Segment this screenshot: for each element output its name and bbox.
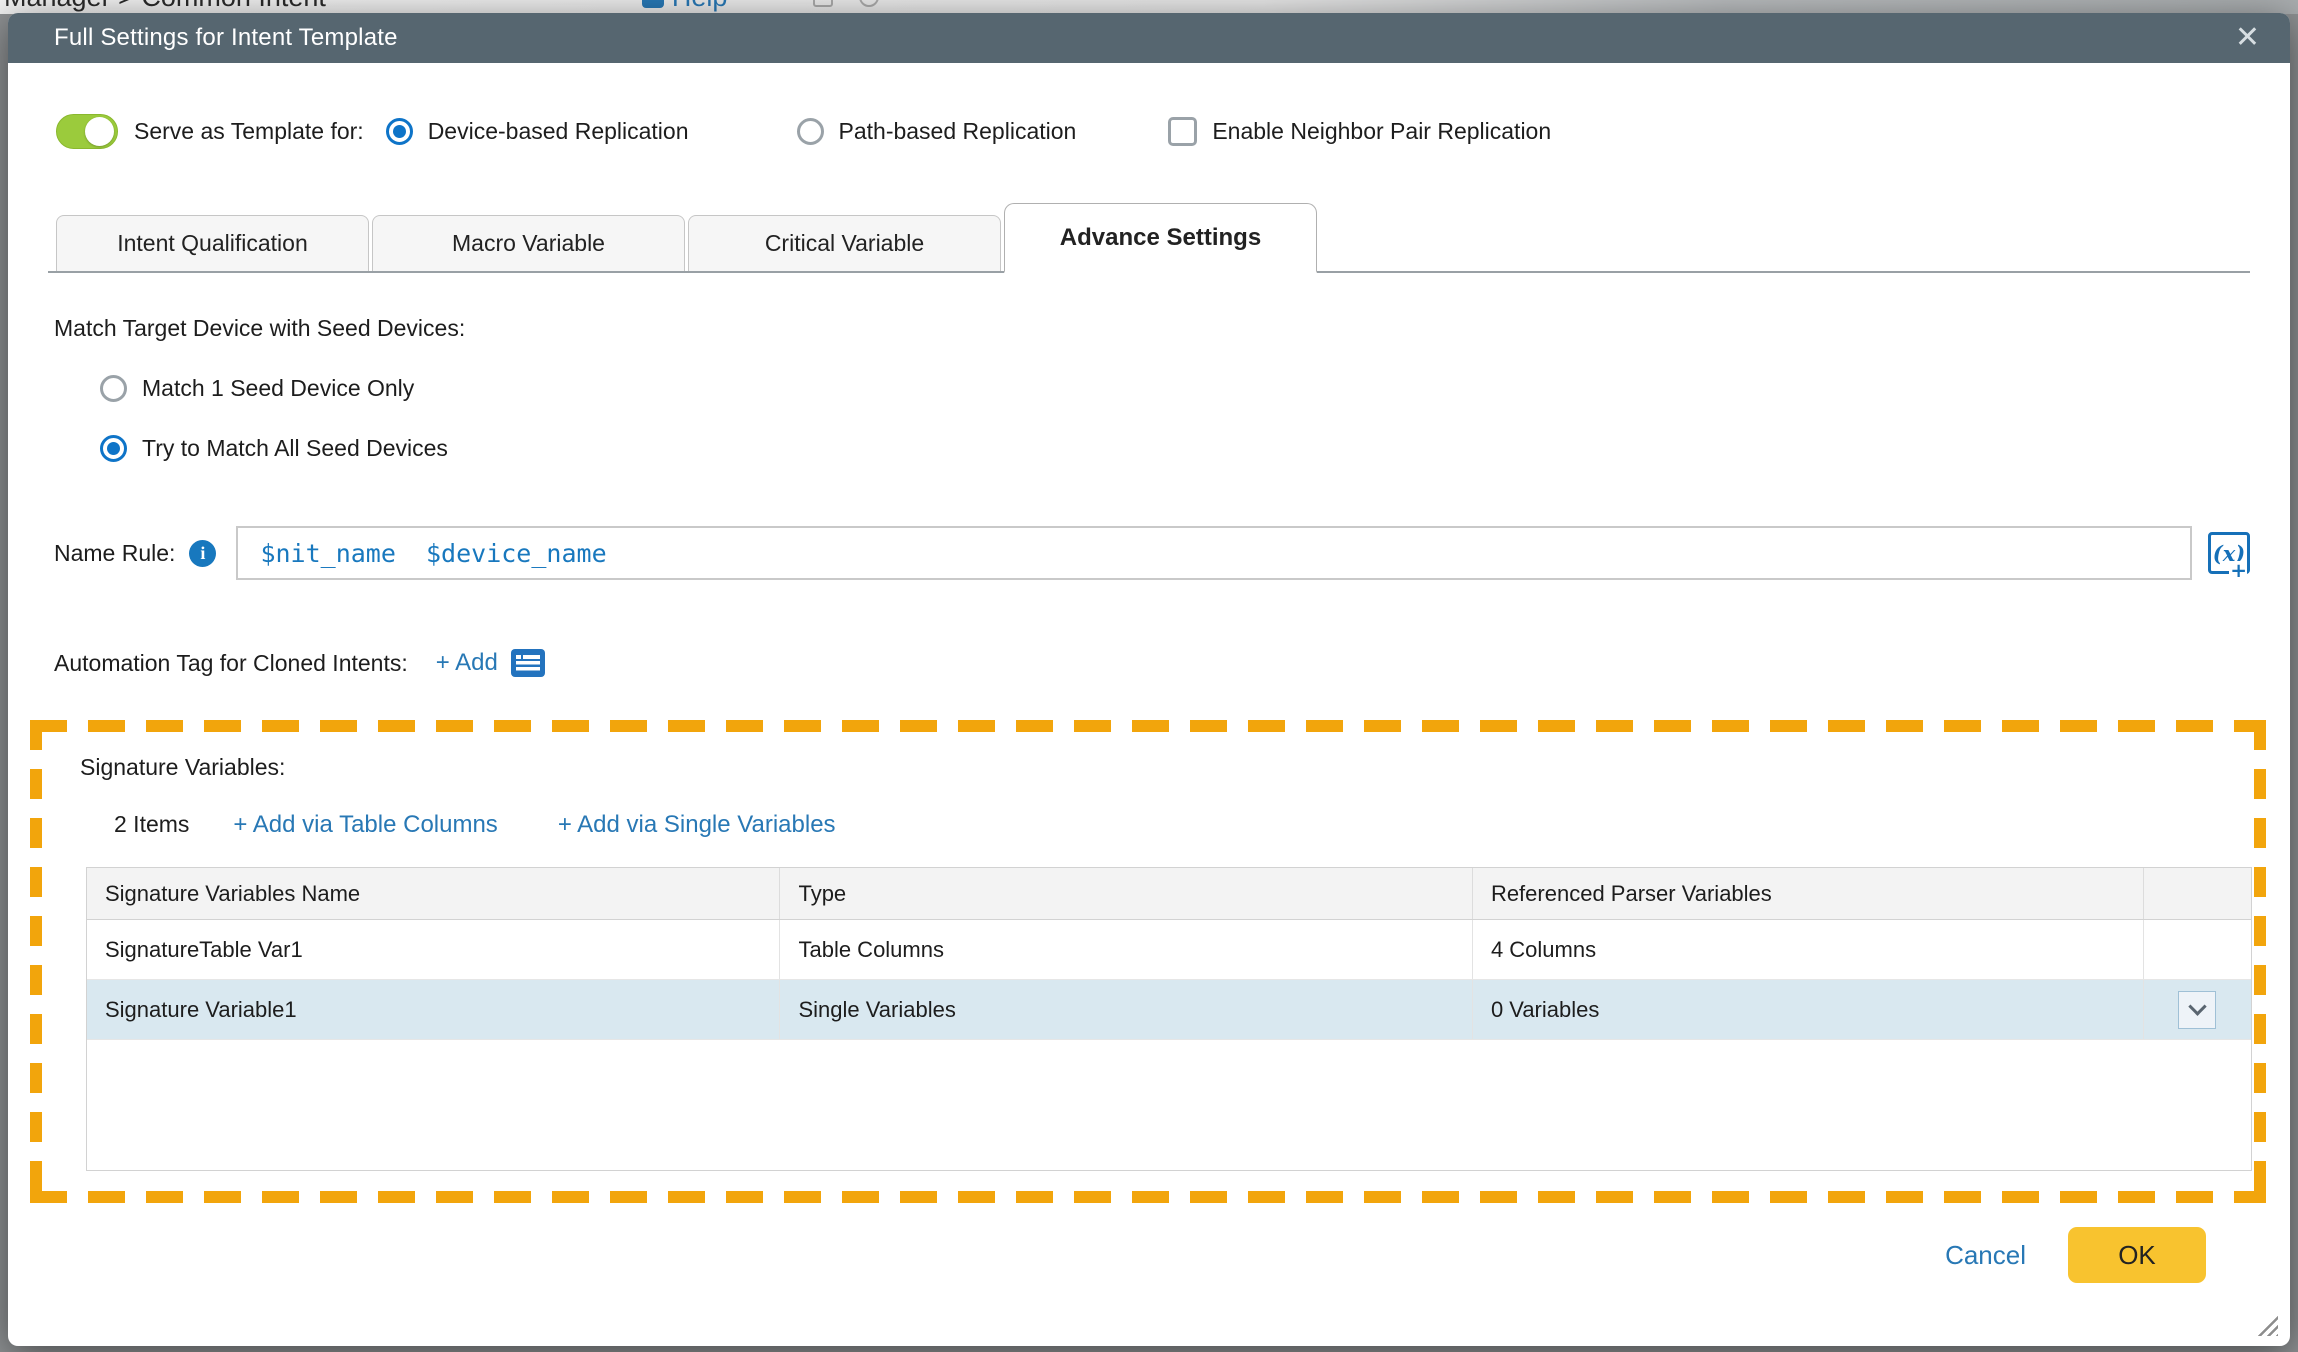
serve-as-template-row: Serve as Template for: Device-based Repl…: [56, 109, 2250, 153]
row-type: Single Variables: [779, 980, 1471, 1039]
radio-path-based-replication[interactable]: Path-based Replication: [797, 118, 1077, 145]
plus-icon: +: [2229, 561, 2247, 579]
row-referenced: 0 Variables: [1472, 980, 2143, 1039]
dialog-header: Full Settings for Intent Template ✕: [8, 13, 2290, 63]
tab-intent-qualification[interactable]: Intent Qualification: [56, 215, 369, 271]
tag-list-icon[interactable]: [510, 648, 546, 678]
signature-variables-table: Signature Variables Name Type Referenced…: [86, 867, 2252, 1171]
add-via-table-columns-link[interactable]: + Add via Table Columns: [233, 811, 497, 839]
checkbox-neighbor-pair-label: Enable Neighbor Pair Replication: [1212, 118, 1551, 145]
background-page-strip: Manager > Common Intent Help: [0, 0, 2298, 14]
name-rule-row: Name Rule: i $nit_name $device_name (x) …: [54, 526, 2250, 580]
radio-selected-icon[interactable]: [100, 435, 127, 462]
radio-match-one-seed-label: Match 1 Seed Device Only: [142, 375, 414, 402]
radio-unselected-icon[interactable]: [100, 375, 127, 402]
automation-tag-row: Automation Tag for Cloned Intents: + Add: [54, 648, 2250, 678]
checkbox-icon[interactable]: [1168, 117, 1197, 146]
table-header-row: Signature Variables Name Type Referenced…: [87, 868, 2251, 920]
checkbox-enable-neighbor-pair[interactable]: Enable Neighbor Pair Replication: [1168, 117, 1551, 146]
row-name: Signature Variable1: [87, 980, 779, 1039]
radio-unselected-icon[interactable]: [797, 118, 824, 145]
toggle-knob-icon: [85, 117, 114, 146]
row-name: SignatureTable Var1: [87, 920, 779, 979]
dashed-border-top: [30, 720, 2266, 732]
radio-match-all-seeds[interactable]: Try to Match All Seed Devices: [100, 435, 2250, 462]
automation-tag-label: Automation Tag for Cloned Intents:: [54, 650, 408, 677]
add-tag-link[interactable]: + Add: [436, 649, 498, 677]
tab-macro-variable[interactable]: Macro Variable: [372, 215, 685, 271]
dialog-footer: Cancel OK: [48, 1227, 2250, 1283]
signature-variables-section: Signature Variables: 2 Items + Add via T…: [30, 720, 2266, 1203]
add-via-single-variables-link[interactable]: + Add via Single Variables: [558, 811, 836, 839]
help-icon: [642, 0, 664, 8]
name-rule-label: Name Rule:: [54, 540, 175, 567]
column-header-name: Signature Variables Name: [87, 868, 779, 919]
row-control: [2143, 920, 2251, 979]
tab-advance-settings[interactable]: Advance Settings: [1004, 203, 1317, 273]
close-icon[interactable]: ✕: [2235, 23, 2260, 53]
radio-path-based-label: Path-based Replication: [839, 118, 1077, 145]
breadcrumb: Manager > Common Intent: [4, 0, 326, 13]
items-count: 2 Items: [114, 811, 189, 838]
info-icon[interactable]: i: [189, 540, 216, 567]
row-referenced: 4 Columns: [1472, 920, 2143, 979]
radio-device-based-label: Device-based Replication: [428, 118, 689, 145]
radio-device-based-replication[interactable]: Device-based Replication: [386, 118, 689, 145]
table-row[interactable]: SignatureTable Var1 Table Columns 4 Colu…: [87, 920, 2251, 980]
radio-selected-icon[interactable]: [386, 118, 413, 145]
dashed-border-right: [2254, 720, 2266, 1203]
cancel-button[interactable]: Cancel: [1945, 1240, 2026, 1271]
chevron-down-icon: [2188, 997, 2206, 1015]
name-rule-input[interactable]: $nit_name $device_name: [236, 526, 2192, 580]
tab-critical-variable[interactable]: Critical Variable: [688, 215, 1001, 271]
serve-as-template-label: Serve as Template for:: [134, 118, 364, 145]
row-control: [2143, 980, 2251, 1039]
gear-icon: [813, 0, 833, 7]
dashed-border-left: [30, 720, 42, 1203]
column-header-type: Type: [779, 868, 1471, 919]
column-header-referenced: Referenced Parser Variables: [1472, 868, 2143, 919]
row-type: Table Columns: [779, 920, 1471, 979]
tab-bar: Intent Qualification Macro Variable Crit…: [48, 203, 2250, 273]
insert-variable-icon[interactable]: (x) +: [2208, 532, 2250, 574]
user-icon: [859, 0, 879, 7]
serve-as-template-toggle[interactable]: [56, 114, 118, 149]
table-row-selected[interactable]: Signature Variable1 Single Variables 0 V…: [87, 980, 2251, 1040]
match-section-title: Match Target Device with Seed Devices:: [54, 315, 2250, 342]
row-expand-button[interactable]: [2178, 991, 2216, 1029]
help-link: Help: [642, 0, 728, 13]
ok-button[interactable]: OK: [2068, 1227, 2206, 1283]
radio-match-all-seeds-label: Try to Match All Seed Devices: [142, 435, 448, 462]
signature-variables-label: Signature Variables:: [80, 754, 2254, 781]
dashed-border-bottom: [30, 1191, 2266, 1203]
full-settings-dialog: Full Settings for Intent Template ✕ Serv…: [8, 13, 2290, 1346]
dialog-title: Full Settings for Intent Template: [54, 24, 398, 52]
signature-actions-row: 2 Items + Add via Table Columns + Add vi…: [114, 811, 2254, 839]
radio-match-one-seed[interactable]: Match 1 Seed Device Only: [100, 375, 2250, 402]
column-header-control: [2143, 868, 2251, 919]
resize-grip-icon[interactable]: [2254, 1312, 2278, 1336]
